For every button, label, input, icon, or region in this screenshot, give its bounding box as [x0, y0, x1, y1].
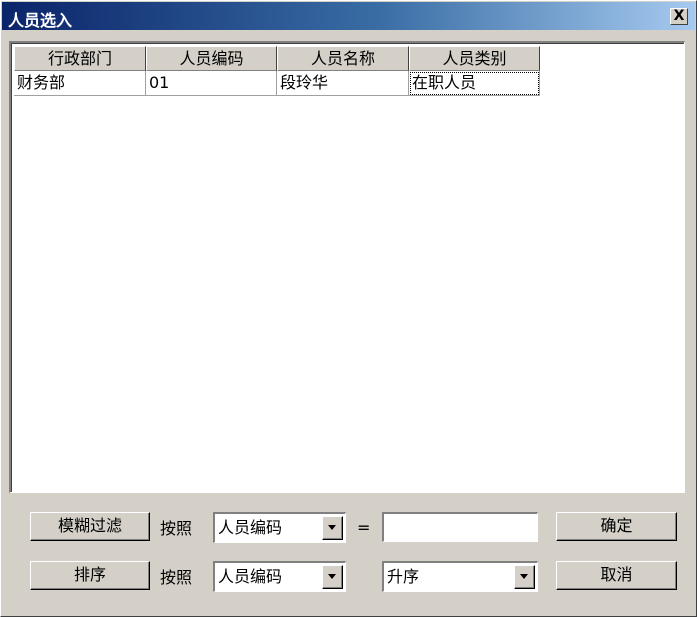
person-grid[interactable]: 行政部门 人员编码 人员名称 人员类别 财务部 01 段玲华 在职人员	[9, 41, 685, 493]
close-button[interactable]: X	[670, 8, 688, 25]
ok-button[interactable]: 确定	[556, 512, 677, 541]
fuzzy-filter-button[interactable]: 模糊过滤	[30, 512, 150, 541]
chevron-down-icon[interactable]	[514, 565, 535, 589]
filter-value-input[interactable]	[382, 512, 538, 542]
column-header-name[interactable]: 人员名称	[277, 46, 409, 71]
grid-header: 行政部门 人员编码 人员名称 人员类别	[14, 46, 540, 71]
window-title: 人员选入	[8, 11, 73, 30]
filter-field-select[interactable]: 人员编码	[213, 512, 346, 543]
chevron-down-icon[interactable]	[322, 516, 343, 540]
equals-sign: =	[357, 518, 371, 537]
cell-department[interactable]: 财务部	[14, 71, 146, 96]
cell-name[interactable]: 段玲华	[277, 71, 409, 96]
cell-category[interactable]: 在职人员	[409, 71, 540, 96]
table-row[interactable]: 财务部 01 段玲华 在职人员	[14, 71, 540, 96]
sort-order-select[interactable]: 升序	[382, 561, 538, 592]
person-select-dialog: 人员选入 X 行政部门 人员编码 人员名称 人员类别 财务部 01 段玲华 在职…	[0, 0, 697, 617]
column-header-category[interactable]: 人员类别	[409, 46, 540, 71]
close-icon: X	[673, 8, 685, 24]
column-header-department[interactable]: 行政部门	[14, 46, 146, 71]
sort-field-value: 人员编码	[218, 567, 283, 586]
sort-field-select[interactable]: 人员编码	[213, 561, 346, 592]
sort-order-value: 升序	[387, 567, 420, 586]
chevron-down-icon[interactable]	[322, 565, 343, 589]
filter-field-value: 人员编码	[218, 518, 283, 537]
title-bar[interactable]: 人员选入 X	[2, 2, 695, 30]
sort-by-label: 按照	[160, 568, 193, 587]
cell-code[interactable]: 01	[146, 71, 277, 96]
sort-button[interactable]: 排序	[30, 561, 150, 590]
cancel-button[interactable]: 取消	[556, 561, 677, 590]
column-header-code[interactable]: 人员编码	[146, 46, 277, 71]
filter-by-label: 按照	[160, 519, 193, 538]
